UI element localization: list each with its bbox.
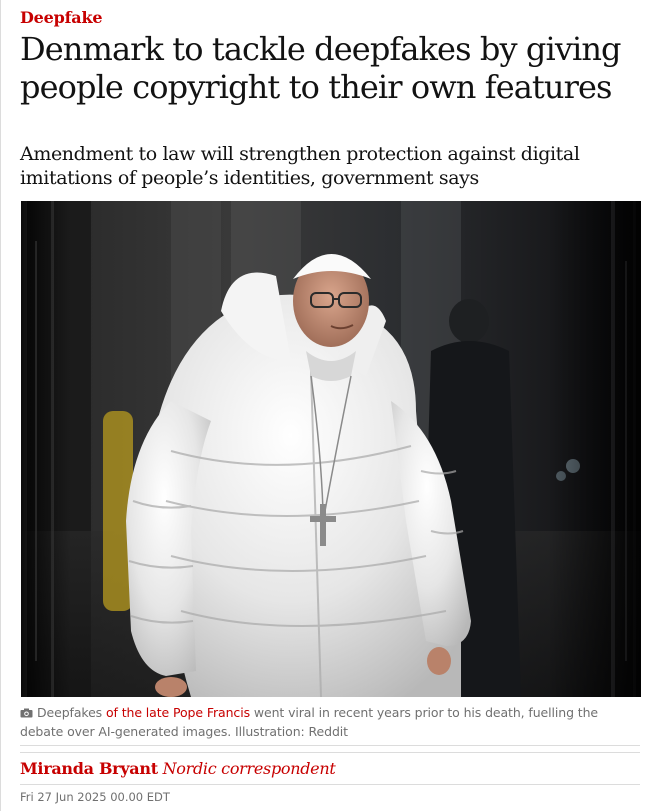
camera-icon — [20, 708, 33, 718]
section-kicker[interactable]: Deepfake — [20, 8, 103, 27]
article-standfirst: Amendment to law will strengthen protect… — [20, 143, 580, 189]
caption-link[interactable]: of the late Pope Francis — [106, 705, 250, 720]
article-headline: Denmark to tackle deepfakes by giving pe… — [20, 30, 622, 106]
divider — [20, 752, 640, 753]
divider — [20, 784, 640, 785]
author-name[interactable]: Miranda Bryant — [20, 759, 158, 778]
byline: Miranda Bryant Nordic correspondent — [20, 759, 336, 778]
pope-puffer-illustration — [21, 201, 641, 697]
article-photo — [21, 201, 641, 697]
photo-caption: Deepfakes of the late Pope Francis went … — [20, 703, 645, 741]
author-role: Nordic correspondent — [162, 759, 336, 778]
publish-date: Fri 27 Jun 2025 00.00 EDT — [20, 790, 170, 804]
caption-lead: Deepfakes — [37, 705, 106, 720]
article-page: Deepfake Denmark to tackle deepfakes by … — [0, 0, 660, 811]
divider — [20, 745, 640, 746]
left-border — [0, 0, 1, 811]
